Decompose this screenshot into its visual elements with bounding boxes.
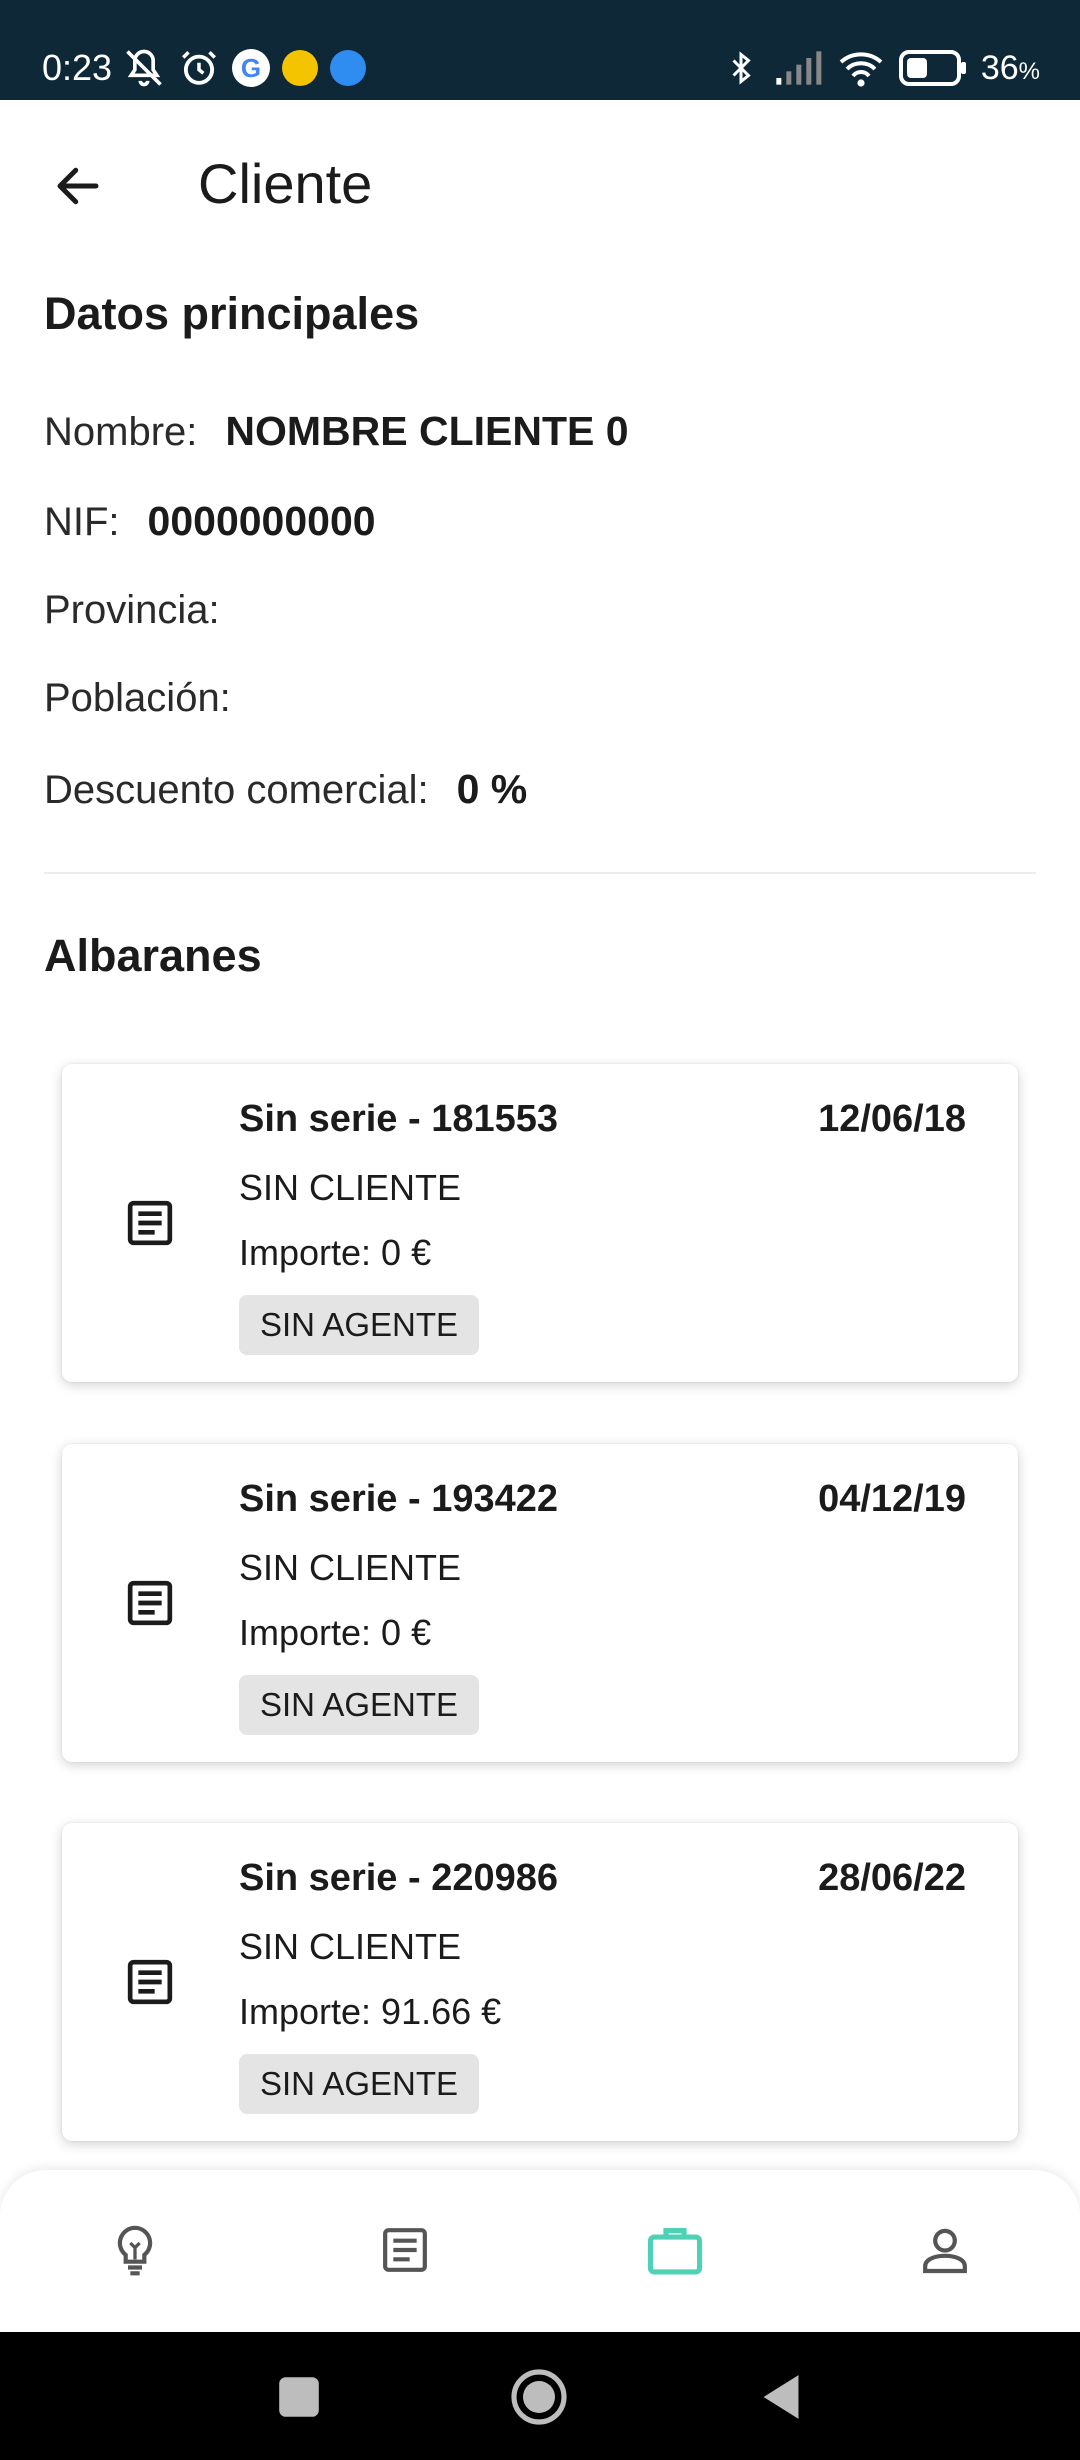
agent-badge: SIN AGENTE — [239, 2054, 479, 2114]
albaran-amount: Importe: 0 € — [239, 1232, 432, 1273]
agent-badge: SIN AGENTE — [239, 1675, 479, 1735]
system-nav-bar — [0, 2332, 1080, 2460]
albaran-card[interactable]: Sin serie - 181553 12/06/18 SIN CLIENTE … — [62, 1064, 1018, 1382]
battery-icon — [898, 50, 966, 86]
field-label: NIF: — [44, 500, 120, 544]
arrow-left-icon — [57, 167, 99, 205]
bottom-nav — [0, 2170, 1080, 2332]
field-label: Descuento comercial: — [44, 768, 429, 812]
albaran-client: SIN CLIENTE — [239, 1547, 462, 1588]
divider — [44, 872, 1036, 874]
section-heading-datos: Datos principales — [44, 288, 420, 339]
square-icon — [279, 2377, 319, 2417]
field-nif: NIF: 0000000000 — [44, 498, 376, 545]
field-poblacion: Población: — [44, 676, 259, 721]
back-button[interactable] — [40, 148, 116, 224]
page-title: Cliente — [198, 152, 373, 215]
battery-level: 36% — [980, 48, 1040, 87]
field-value: 0 % — [456, 766, 528, 812]
field-label: Provincia: — [44, 588, 220, 632]
home-circle-icon — [511, 2369, 567, 2425]
nav-item-profile[interactable] — [905, 2210, 985, 2290]
albaran-client: SIN CLIENTE — [239, 1926, 462, 1967]
home-button[interactable] — [504, 2362, 574, 2432]
section-heading-albaranes: Albaranes — [44, 930, 262, 981]
app-icon — [282, 50, 318, 86]
albaran-card[interactable]: Sin serie - 220986 28/06/22 SIN CLIENTE … — [62, 1823, 1018, 2141]
albaran-title: Sin serie - 220986 — [239, 1857, 558, 1899]
document-icon — [127, 1959, 173, 2005]
back-system-button[interactable] — [746, 2362, 816, 2432]
albaran-date: 04/12/19 — [818, 1478, 966, 1520]
field-value: 0000000000 — [147, 498, 376, 544]
albaran-title: Sin serie - 193422 — [239, 1478, 558, 1520]
field-provincia: Provincia: — [44, 588, 248, 633]
wifi-icon — [839, 52, 883, 87]
field-descuento: Descuento comercial: 0 % — [44, 766, 527, 813]
albaran-date: 12/06/18 — [818, 1098, 966, 1140]
field-nombre: Nombre: NOMBRE CLIENTE 0 — [44, 408, 629, 455]
app-icon — [330, 50, 366, 86]
person-icon — [923, 2228, 967, 2274]
albaran-client: SIN CLIENTE — [239, 1167, 462, 1208]
briefcase-icon — [647, 2228, 703, 2275]
bluetooth-icon — [732, 51, 751, 85]
triangle-back-icon — [763, 2375, 799, 2419]
document-icon — [127, 1200, 173, 1246]
nav-item-clients[interactable] — [635, 2210, 715, 2290]
albaran-card[interactable]: Sin serie - 193422 04/12/19 SIN CLIENTE … — [62, 1444, 1018, 1762]
field-value: NOMBRE CLIENTE 0 — [225, 408, 629, 454]
albaran-date: 28/06/22 — [818, 1857, 966, 1899]
status-bar: 0:23 G 36% — [0, 0, 1080, 100]
google-icon: G — [232, 49, 270, 87]
document-icon — [383, 2228, 427, 2272]
agent-badge: SIN AGENTE — [239, 1295, 479, 1355]
field-label: Población: — [44, 676, 231, 720]
albaran-amount: Importe: 0 € — [239, 1612, 432, 1653]
nav-item-documents[interactable] — [365, 2210, 445, 2290]
alarm-icon — [182, 51, 216, 85]
field-label: Nombre: — [44, 410, 198, 454]
document-icon — [127, 1580, 173, 1626]
albaran-amount: Importe: 91.66 € — [239, 1991, 502, 2032]
mute-icon — [126, 49, 162, 87]
albaran-title: Sin serie - 181553 — [239, 1098, 558, 1140]
status-time: 0:23 — [42, 47, 113, 88]
recents-button[interactable] — [264, 2362, 334, 2432]
lightbulb-icon — [117, 2225, 153, 2276]
signal-icon — [776, 51, 822, 85]
app-bar: Cliente — [0, 100, 1080, 250]
nav-item-ideas[interactable] — [95, 2210, 175, 2290]
